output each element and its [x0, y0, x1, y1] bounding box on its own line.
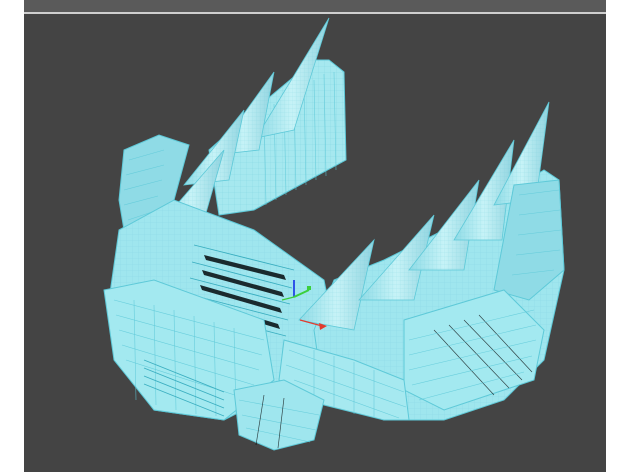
left-wing: [118, 17, 347, 241]
screenshot-frame: [0, 0, 628, 472]
model-scene[interactable]: [24, 0, 606, 472]
viewport-3d[interactable]: [24, 0, 606, 472]
